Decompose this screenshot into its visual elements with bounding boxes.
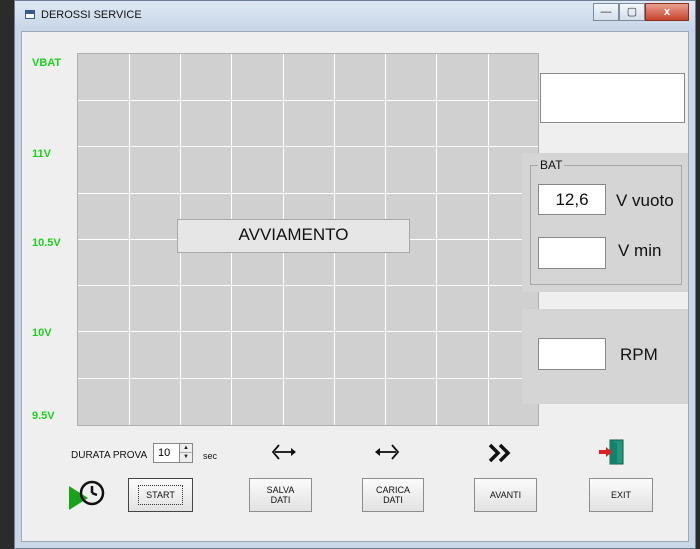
salva-dati-label: SALVA DATI [266, 485, 295, 505]
grid-line [78, 331, 538, 332]
durata-unit: sec [203, 451, 218, 461]
durata-value[interactable]: 10 [158, 447, 170, 459]
grid-line [78, 193, 538, 194]
title-bar[interactable]: DEROSSI SERVICE — ▢ x [15, 1, 695, 31]
maximize-button[interactable]: ▢ [619, 3, 645, 21]
v-vuoto-field[interactable]: 12,6 [538, 184, 606, 215]
carica-dati-button[interactable]: CARICA DATI [362, 478, 424, 512]
mode-label: AVVIAMENTO [177, 219, 410, 253]
y-label-9-5v: 9.5V [32, 410, 55, 422]
exit-button[interactable]: EXIT [589, 478, 653, 512]
carica-dati-label: CARICA DATI [375, 485, 410, 505]
v-min-field[interactable] [538, 237, 606, 269]
rpm-panel: RPM [522, 309, 688, 404]
bat-legend: BAT [538, 158, 565, 172]
y-label-10v: 10V [32, 327, 52, 339]
start-button-label: START [138, 485, 183, 505]
exit-door-icon [599, 439, 624, 465]
v-vuoto-unit: V vuoto [616, 191, 674, 210]
salva-dati-button[interactable]: SALVA DATI [249, 478, 312, 512]
grid-line [78, 285, 538, 286]
app-icon [25, 10, 35, 19]
exit-label: EXIT [610, 490, 631, 500]
close-button[interactable]: x [645, 3, 689, 21]
avanti-button[interactable]: AVANTI [474, 478, 537, 512]
app-window: DEROSSI SERVICE — ▢ x VBAT 11V 10.5V 10V… [14, 0, 696, 549]
avanti-label: AVANTI [489, 490, 522, 500]
v-min-unit: V min [618, 241, 662, 260]
timer-play-icon [69, 480, 105, 510]
spin-up-icon[interactable]: ▲ [180, 444, 192, 453]
info-display [540, 73, 685, 123]
save-data-icon [271, 444, 296, 460]
y-label-vbat: VBAT [32, 57, 62, 69]
start-button[interactable]: START [128, 478, 193, 512]
voltage-graph: AVVIAMENTO [77, 53, 539, 426]
forward-icon [488, 443, 511, 463]
y-label-10-5v: 10.5V [32, 237, 61, 249]
bat-panel: BAT 12,6 V vuoto V min [522, 153, 688, 292]
grid-line [78, 100, 538, 101]
spin-down-icon[interactable]: ▼ [180, 453, 192, 462]
rpm-field[interactable] [538, 338, 606, 370]
rpm-unit: RPM [620, 345, 658, 364]
client-area: VBAT 11V 10.5V 10V 9.5V AVVIAMENTO BAT 1… [21, 31, 689, 542]
grid-line [78, 378, 538, 379]
y-label-11v: 11V [32, 148, 51, 160]
load-data-icon [375, 444, 400, 460]
durata-spinbox[interactable]: 10 ▲ ▼ [153, 443, 193, 463]
grid-line [78, 146, 538, 147]
minimize-button[interactable]: — [593, 3, 619, 21]
window-title: DEROSSI SERVICE [41, 9, 142, 21]
durata-prova-label: DURATA PROVA [71, 450, 148, 461]
